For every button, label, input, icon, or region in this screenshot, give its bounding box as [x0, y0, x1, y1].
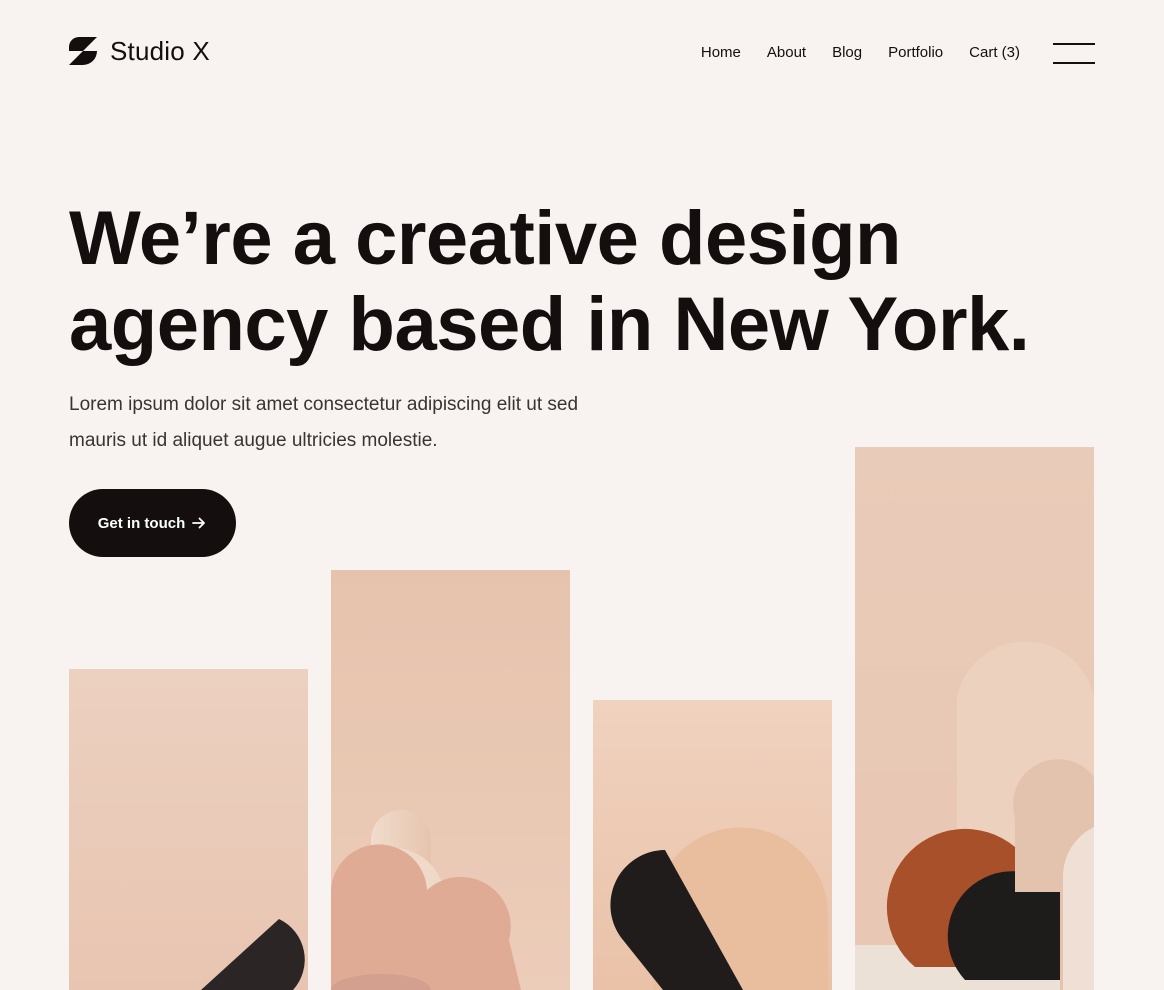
gallery-image-2: [331, 570, 570, 990]
arrow-right-icon: [192, 517, 206, 529]
hero-description-line-2: mauris ut id aliquet augue ultricies mol…: [69, 430, 438, 451]
get-in-touch-label: Get in touch: [97, 514, 186, 532]
nav-item-about[interactable]: About: [767, 42, 806, 64]
abstract-shapes-image: [593, 700, 832, 990]
nav-item-blog[interactable]: Blog: [832, 42, 862, 64]
hero-description: Lorem ipsum dolor sit amet consectetur a…: [69, 387, 669, 459]
brand-logo[interactable]: Studio X: [69, 35, 210, 67]
brand-name: Studio X: [110, 36, 210, 66]
nav-item-portfolio[interactable]: Portfolio: [888, 42, 943, 64]
gallery-image-1: [69, 669, 308, 990]
abstract-shapes-image: [69, 669, 308, 990]
site-header: Studio X Home About Blog Portfolio Cart …: [69, 33, 1095, 73]
hero-description-line-1: Lorem ipsum dolor sit amet consectetur a…: [69, 394, 579, 415]
main-nav: Home About Blog Portfolio Cart (3): [701, 42, 1020, 64]
gallery-image-4: [855, 447, 1094, 990]
nav-item-home[interactable]: Home: [701, 42, 741, 64]
gallery-image-3: [593, 700, 832, 990]
abstract-shapes-image: [331, 570, 570, 990]
menu-line-bottom: [1053, 62, 1095, 64]
abstract-shapes-image: [855, 447, 1094, 990]
get-in-touch-button[interactable]: Get in touch: [69, 489, 236, 557]
studio-x-logo-icon: [69, 37, 97, 65]
hamburger-menu-icon[interactable]: [1053, 43, 1095, 64]
hero-title: We’re a creative design agency based in …: [69, 196, 1069, 368]
menu-line-top: [1053, 43, 1095, 45]
nav-item-cart[interactable]: Cart (3): [969, 42, 1020, 64]
hero-title-line-2: agency based in New York.: [69, 282, 1030, 367]
hero-title-line-1: We’re a creative design: [69, 196, 901, 281]
